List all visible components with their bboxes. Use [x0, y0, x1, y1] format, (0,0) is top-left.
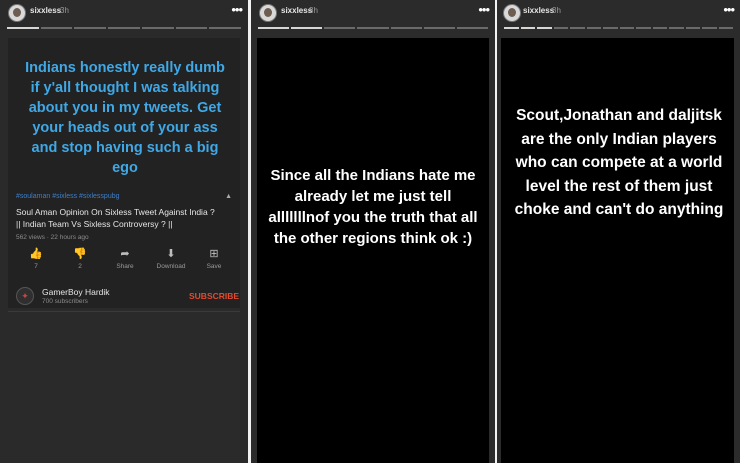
story-header: sixxless 3h ••• [497, 0, 740, 26]
story-text: Indians honestly really dumb if y'all th… [25, 60, 225, 176]
share-label: Share [116, 263, 134, 270]
avatar[interactable] [8, 4, 26, 22]
video-meta: 562 views · 22 hours ago [16, 234, 89, 241]
story-progress-bar [258, 27, 488, 29]
story-header: sixxless 3h ••• [0, 0, 248, 26]
story-progress-bar [7, 27, 242, 29]
download-icon: ⬇ [166, 248, 176, 260]
dislike-count: 2 [78, 263, 82, 270]
dislike-button[interactable]: 👎 2 [60, 248, 100, 270]
more-options-icon[interactable]: ••• [231, 3, 243, 16]
save-label: Save [206, 263, 222, 270]
thumbs-up-icon: 👍 [29, 248, 43, 260]
download-button[interactable]: ⬇ Download [151, 248, 191, 270]
username[interactable]: sixxless [523, 6, 554, 15]
thumbs-down-icon: 👎 [73, 248, 87, 260]
video-actions: 👍 7 👎 2 ➦ Share ⬇ Download ⊞ Save [16, 248, 232, 278]
channel-avatar[interactable]: ✦ [16, 287, 34, 305]
channel-subscribers: 700 subscribers [42, 298, 88, 305]
avatar[interactable] [503, 4, 521, 22]
divider [8, 311, 240, 312]
save-icon: ⊞ [209, 248, 219, 260]
timestamp: 3h [60, 6, 69, 15]
story-header: sixxless 3h ••• [251, 0, 495, 26]
story-panel-1[interactable]: sixxless 3h ••• Indians honestly really … [0, 0, 248, 463]
channel-name[interactable]: GamerBoy Hardik [42, 287, 110, 297]
save-button[interactable]: ⊞ Save [194, 248, 234, 270]
video-title: Soul Aman Opinion On Sixless Tweet Again… [16, 207, 215, 229]
story-content [257, 38, 489, 463]
story-panel-3[interactable]: sixxless 3h ••• Scout,Jonathan and dalji… [497, 0, 740, 463]
share-button[interactable]: ➦ Share [105, 248, 145, 270]
subscribe-button[interactable]: SUBSCRIBE [189, 291, 239, 301]
more-options-icon[interactable]: ••• [723, 3, 735, 16]
story-text: Since all the Indians hate me already le… [268, 167, 478, 247]
avatar[interactable] [259, 4, 277, 22]
story-content [501, 38, 734, 463]
collapse-caret-icon[interactable]: ▲ [225, 193, 232, 200]
download-label: Download [156, 263, 186, 270]
username[interactable]: sixxless [30, 6, 61, 15]
username[interactable]: sixxless [281, 6, 312, 15]
like-button[interactable]: 👍 7 [16, 248, 56, 270]
story-text: Scout,Jonathan and daljitsk are the only… [514, 107, 724, 218]
story-panel-2[interactable]: sixxless 3h ••• Since all the Indians ha… [251, 0, 495, 463]
share-icon: ➦ [120, 248, 130, 260]
like-count: 7 [34, 263, 38, 270]
timestamp: 3h [309, 6, 318, 15]
story-progress-bar [504, 27, 733, 29]
more-options-icon[interactable]: ••• [478, 3, 490, 16]
timestamp: 3h [552, 6, 561, 15]
video-hashtags[interactable]: #soulaman #sixless #sixlesspubg [16, 193, 120, 200]
